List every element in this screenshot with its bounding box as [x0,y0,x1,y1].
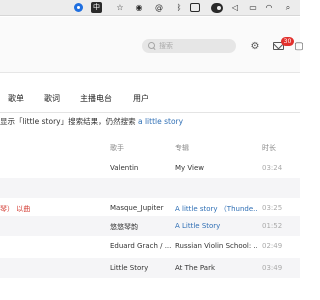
table-row[interactable] [0,178,300,198]
input-method-icon[interactable]: 中 [91,2,102,13]
eye-icon[interactable]: ◉ [134,3,144,13]
volume-icon[interactable]: ◁ [230,3,240,13]
table-row[interactable]: Eduard Grach / ... Russian Violin School… [0,236,300,256]
artist-cell[interactable]: Valentin [110,164,172,172]
search-icon[interactable]: ⌕ [283,3,293,13]
table-row[interactable]: 琴） 以曲 Masque_Jupiter A little story （Thu… [0,198,300,218]
battery-icon[interactable]: ▭ [248,3,258,13]
search-icon [148,42,156,50]
title-cell[interactable]: 琴） 以曲 [0,204,60,214]
album-cell[interactable]: My View [175,164,257,172]
album-cell[interactable]: Russian Violin School: ... [175,242,257,250]
album-cell[interactable]: A Little Story [175,222,257,230]
duration-cell: 03:24 [262,164,283,172]
duration-cell: 01:52 [262,222,283,230]
bluetooth-icon[interactable]: ᛒ [174,3,184,13]
settings-gear-icon[interactable]: ⚙ [249,40,261,52]
original-query-link[interactable]: a little story [138,117,183,126]
header-duration[interactable]: 时长 [262,143,276,153]
display-icon[interactable] [190,3,200,12]
tab-users[interactable]: 用户 [133,93,149,104]
search-box[interactable] [142,39,236,53]
star-icon[interactable]: ☆ [115,3,125,13]
album-cell[interactable]: At The Park [175,264,257,272]
artist-cell[interactable]: Eduard Grach / ... [110,242,172,250]
artist-cell[interactable]: Masque_Jupiter [110,204,172,212]
tab-lyrics[interactable]: 歌词 [44,93,60,104]
at-icon[interactable]: @ [154,3,164,13]
table-row[interactable]: Valentin My View 03:24 [0,158,300,178]
macos-menubar: 中 ☆ ◉ @ ᛒ ◁ ▭ ◠ ⌕ [0,0,300,16]
header-album[interactable]: 专辑 [175,143,189,153]
table-row[interactable]: Little Story At The Park 03:49 [0,258,300,278]
duration-cell: 02:49 [262,242,283,250]
app-header: ⚙ 30 ▢ [0,17,304,73]
wifi-icon[interactable]: ◠ [264,3,274,13]
tab-radio[interactable]: 主播电台 [80,93,112,104]
duration-cell: 03:49 [262,264,283,272]
table-header: 歌手 专辑 时长 [0,140,300,156]
divider [0,112,300,113]
table-row[interactable]: 悠悠琴韵 A Little Story 01:52 [0,216,300,236]
header-artist[interactable]: 歌手 [110,143,124,153]
album-cell[interactable]: A little story （Thunde... [175,204,257,214]
notice-text: 显示「little story」搜索结果，仍然搜索 [0,117,138,126]
duration-cell: 03:25 [262,204,283,212]
artist-cell[interactable]: 悠悠琴韵 [110,222,172,232]
search-correction-notice: 显示「little story」搜索结果，仍然搜索 a little story [0,116,183,127]
record-indicator-icon[interactable] [74,3,83,12]
tab-playlists[interactable]: 歌单 [8,93,24,104]
control-toggle-icon[interactable] [211,3,223,13]
artist-cell[interactable]: Little Story [110,264,172,272]
skin-icon[interactable]: ▢ [293,40,305,52]
search-input[interactable] [159,42,229,50]
